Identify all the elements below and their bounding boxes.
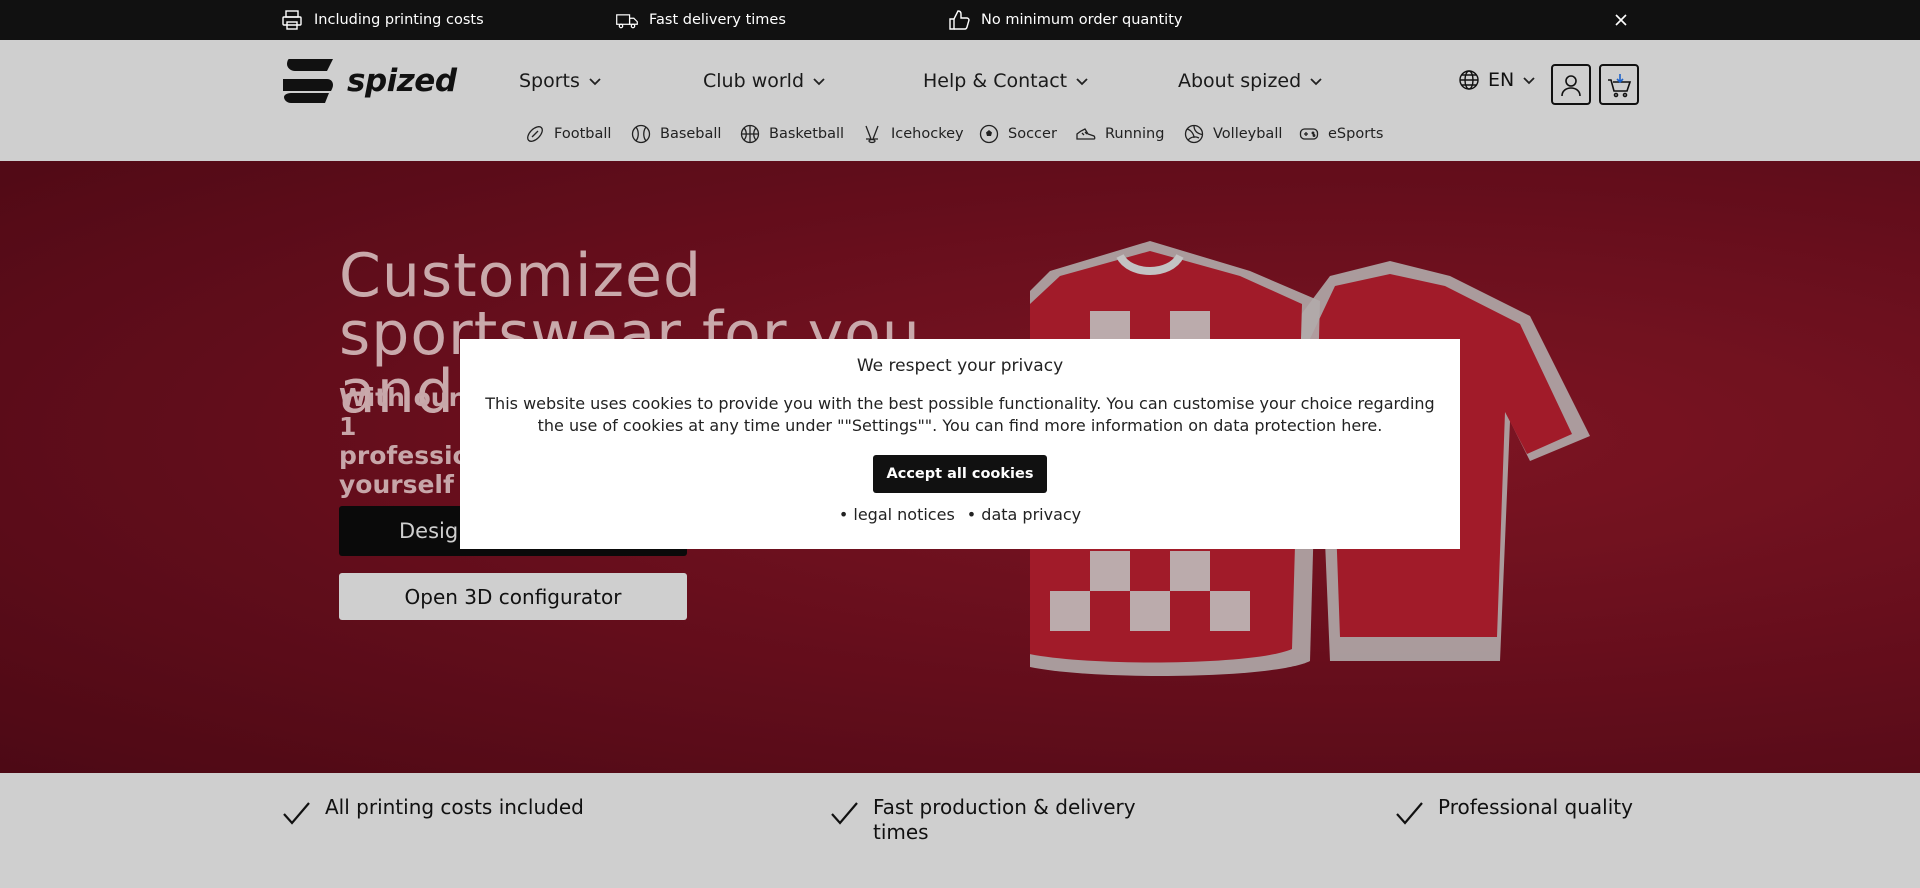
chevron-down-icon bbox=[1076, 78, 1088, 86]
chevron-down-icon bbox=[1523, 77, 1535, 85]
data-privacy-link[interactable]: • data privacy bbox=[967, 505, 1081, 524]
usp-delivery: Fast delivery times bbox=[615, 0, 786, 40]
language-selector[interactable]: EN bbox=[1458, 69, 1536, 91]
subnav-running-label: Running bbox=[1105, 126, 1165, 142]
chevron-down-icon bbox=[813, 78, 825, 86]
esports-icon bbox=[1299, 128, 1319, 140]
usp-printing-label: Including printing costs bbox=[314, 12, 484, 28]
nav-sports-label: Sports bbox=[519, 70, 580, 92]
usp-item-quality-label: Professional quality bbox=[1438, 795, 1633, 819]
subnav-esports[interactable]: eSports bbox=[1299, 124, 1383, 144]
volleyball-icon bbox=[1184, 124, 1204, 144]
usp-printing: Including printing costs bbox=[280, 0, 484, 40]
usp-item-delivery: Fast production & delivery times bbox=[829, 795, 1159, 845]
cookie-modal-text: This website uses cookies to provide you… bbox=[485, 394, 1435, 435]
usp-item-delivery-label: Fast production & delivery times bbox=[873, 795, 1136, 844]
subnav-basketball[interactable]: Basketball bbox=[740, 124, 844, 144]
nav-about-spized[interactable]: About spized bbox=[1178, 70, 1323, 92]
nav-sports[interactable]: Sports bbox=[519, 70, 602, 92]
usp-minimum-order-label: No minimum order quantity bbox=[981, 12, 1183, 28]
accept-all-cookies-button[interactable]: Accept all cookies bbox=[872, 455, 1048, 493]
language-label: EN bbox=[1488, 69, 1515, 91]
usp-item-printing-label: All printing costs included bbox=[325, 795, 584, 819]
thumbs-up-icon bbox=[949, 10, 970, 30]
spized-logo-mark bbox=[283, 59, 333, 103]
nav-about-spized-label: About spized bbox=[1178, 70, 1302, 92]
baseball-icon bbox=[631, 124, 651, 144]
chevron-down-icon bbox=[1310, 78, 1322, 86]
nav-help-contact-label: Help & Contact bbox=[923, 70, 1068, 92]
subnav-icehockey[interactable]: Icehockey bbox=[862, 124, 964, 144]
printer-icon bbox=[282, 10, 302, 30]
cookie-consent-modal: We respect your privacy This website use… bbox=[460, 339, 1460, 549]
subnav-baseball-label: Baseball bbox=[660, 126, 722, 142]
logo[interactable]: spized bbox=[281, 57, 457, 105]
football-icon bbox=[527, 126, 543, 142]
subnav-volleyball-label: Volleyball bbox=[1213, 126, 1283, 142]
chevron-down-icon bbox=[589, 78, 601, 86]
nav-help-contact[interactable]: Help & Contact bbox=[923, 70, 1089, 92]
site-header: spized Sports Club world Help & Contact … bbox=[0, 40, 1920, 161]
usp-item-quality: Professional quality bbox=[1394, 795, 1633, 829]
cart-icon bbox=[1608, 73, 1632, 97]
cookie-modal-links: • legal notices • data privacy bbox=[460, 505, 1460, 524]
subnav-soccer[interactable]: Soccer bbox=[979, 124, 1057, 144]
usp-delivery-label: Fast delivery times bbox=[649, 12, 786, 28]
user-icon bbox=[1561, 74, 1581, 96]
basketball-icon bbox=[740, 124, 760, 144]
open-3d-configurator-button[interactable]: Open 3D configurator bbox=[339, 573, 687, 620]
checkmark-icon bbox=[831, 802, 858, 825]
sports-subnav: Football Baseball Basketball Icehockey S… bbox=[0, 124, 1920, 154]
icehockey-icon bbox=[865, 125, 879, 144]
logo-text: spized bbox=[347, 63, 457, 99]
usp-minimum-order: No minimum order quantity bbox=[947, 0, 1182, 40]
account-button[interactable] bbox=[1551, 64, 1591, 105]
delivery-truck-icon bbox=[616, 14, 638, 29]
subnav-volleyball[interactable]: Volleyball bbox=[1184, 124, 1282, 144]
legal-notices-link[interactable]: • legal notices bbox=[839, 505, 955, 524]
subnav-esports-label: eSports bbox=[1328, 126, 1384, 142]
usp-strip: All printing costs included Fast product… bbox=[0, 773, 1920, 888]
subnav-running[interactable]: Running bbox=[1076, 124, 1164, 144]
soccer-icon bbox=[979, 124, 999, 144]
subnav-baseball[interactable]: Baseball bbox=[631, 124, 721, 144]
nav-club-world-label: Club world bbox=[703, 70, 805, 92]
subnav-icehockey-label: Icehockey bbox=[891, 126, 964, 142]
nav-club-world[interactable]: Club world bbox=[703, 70, 826, 92]
cart-button[interactable] bbox=[1599, 64, 1639, 105]
subnav-football-label: Football bbox=[554, 126, 612, 142]
close-icon[interactable] bbox=[1612, 11, 1630, 29]
running-icon bbox=[1076, 128, 1096, 140]
checkmark-icon bbox=[283, 802, 310, 825]
checkmark-icon bbox=[1396, 802, 1423, 825]
cookie-modal-title: We respect your privacy bbox=[856, 356, 1064, 376]
subnav-soccer-label: Soccer bbox=[1008, 126, 1057, 142]
subnav-football[interactable]: Football bbox=[525, 124, 611, 144]
subnav-basketball-label: Basketball bbox=[769, 126, 845, 142]
announcement-bar: Including printing costs Fast delivery t… bbox=[0, 0, 1920, 40]
usp-item-printing: All printing costs included bbox=[281, 795, 584, 829]
globe-icon bbox=[1459, 70, 1479, 90]
